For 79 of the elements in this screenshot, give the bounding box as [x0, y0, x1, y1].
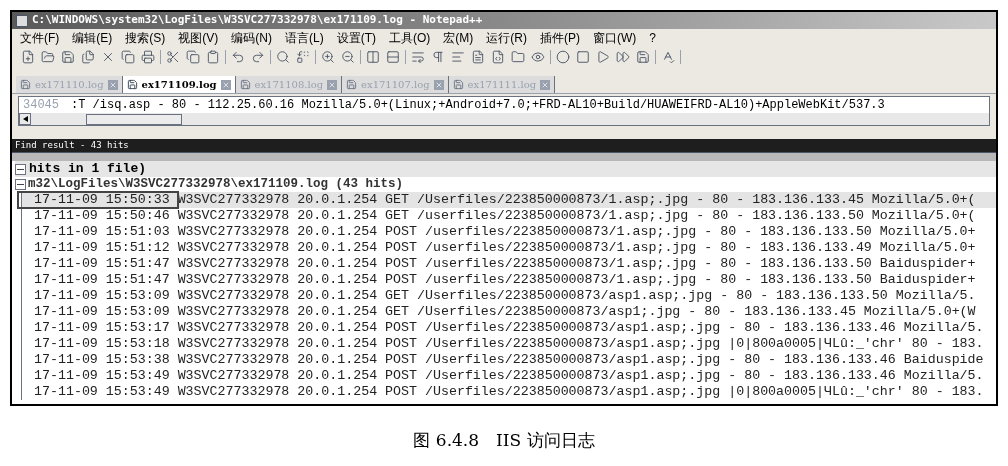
save-icon[interactable] [61, 50, 75, 64]
menu-item[interactable]: 语言(L) [285, 28, 324, 47]
file-icon [126, 79, 138, 90]
undo-icon[interactable] [231, 50, 245, 64]
horizontal-scrollbar[interactable] [19, 113, 989, 125]
result-line[interactable]: 17-11-09 15:53:17 W3SVC277332978 20.0.1.254 POST /Userfiles/223850000873/asp1.asp;.jpg - 80 - 183.136.133.46 Mozilla/5. [21, 320, 996, 336]
save-macro-icon[interactable] [636, 50, 650, 64]
replace-icon[interactable] [296, 50, 310, 64]
tab-close-icon[interactable] [220, 79, 231, 90]
result-line[interactable]: 17-11-09 15:53:49 W3SVC277332978 20.0.1.254 POST /Userfiles/223850000873/asp1.asp;.jpg |0|800a0005|ЧLû:_'chr' 80 - 183. [21, 384, 996, 400]
play-icon[interactable] [596, 50, 610, 64]
result-line[interactable]: 17-11-09 15:53:38 W3SVC277332978 20.0.1.254 POST /Userfiles/223850000873/asp1.asp;.jpg - 80 - 183.136.133.46 Baiduspide [21, 352, 996, 368]
scroll-left-icon[interactable] [19, 113, 31, 125]
columns-icon[interactable] [366, 50, 380, 64]
document-code-icon[interactable] [491, 50, 505, 64]
menu-item[interactable]: 设置(T) [336, 28, 376, 47]
wrap-icon[interactable] [411, 50, 425, 64]
result-line[interactable]: 17-11-09 15:53:49 W3SVC277332978 20.0.1.254 POST /Userfiles/223850000873/asp1.asp;.jpg - 80 - 183.136.133.46 Mozilla/5. [21, 368, 996, 384]
save-all-icon[interactable] [81, 50, 95, 64]
find-icon[interactable] [276, 50, 290, 64]
collapse-icon[interactable] [15, 163, 26, 175]
paste-icon[interactable] [206, 50, 220, 64]
menu-item[interactable]: 插件(P) [540, 28, 580, 47]
figure-caption: 图 6.4.8 IIS 访问日志 [413, 429, 595, 452]
tab-label: ex171108.log [254, 78, 324, 92]
file-icon [239, 79, 251, 90]
window-title: C:\WINDOWS\system32\LogFiles\W3SVC277332978\ex171109.log - Notepad++ [32, 12, 483, 29]
menu-item[interactable]: 编码(N) [231, 28, 272, 47]
menu-item[interactable]: 视图(V) [178, 28, 219, 47]
eye-icon[interactable] [531, 50, 545, 64]
result-line[interactable]: 17-11-09 15:53:09 W3SVC277332978 20.0.1.254 GET /Userfiles/223850000873/asp1.asp;.jpg - 80 - 183.136.133.50 Mozilla/5. [21, 288, 996, 304]
file-tab[interactable]: ex171109.log [122, 76, 236, 93]
result-line[interactable]: 17-11-09 15:51:47 W3SVC277332978 20.0.1.254 POST /userfiles/223850000873/1.asp;.jpg - 80 - 183.136.133.50 Baiduspider+ [21, 256, 996, 272]
folder-icon[interactable] [511, 50, 525, 64]
tab-label: ex171110.log [35, 78, 104, 92]
cut-icon[interactable] [166, 50, 180, 64]
result-line[interactable]: 17-11-09 15:53:09 W3SVC277332978 20.0.1.254 GET /Userfiles/223850000873/asp1;.jpg - 80 - 183.136.133.45 Mozilla/5.0+(W [21, 304, 996, 320]
redo-icon[interactable] [251, 50, 265, 64]
collapse-icon[interactable] [15, 179, 26, 190]
menu-item[interactable]: 窗口(W) [593, 28, 637, 47]
menu-item[interactable]: 运行(R) [486, 28, 527, 47]
print-icon[interactable] [141, 50, 155, 64]
document-icon[interactable] [471, 50, 485, 64]
notepad-app-icon [16, 14, 28, 27]
record-icon[interactable] [556, 50, 570, 64]
stop-icon[interactable] [576, 50, 590, 64]
menu-item[interactable]: 宏(M) [443, 28, 474, 47]
menu-item[interactable]: 文件(F) [20, 28, 60, 47]
rows-icon[interactable] [386, 50, 400, 64]
editor-text: :T /isq.asp - 80 - 112.25.60.16 Mozilla/5.0+(Linux;+Android+7.0;+FRD-AL10+Build/HUAWEIFRD-AL10)+AppleWebKit/537.3 [71, 97, 885, 114]
tab-label: ex171107.log [361, 78, 430, 92]
line-number: 34045 [23, 97, 59, 114]
panel-title: Find result - 43 hits [15, 138, 129, 152]
result-line[interactable]: 17-11-09 15:51:47 W3SVC277332978 20.0.1.254 POST /userfiles/223850000873/1.asp;.jpg - 80 - 183.136.133.50 Baiduspider+ [21, 272, 996, 288]
tab-label: ex171111.log [467, 78, 537, 92]
new-file-icon[interactable] [21, 50, 35, 64]
fast-forward-icon[interactable] [616, 50, 630, 64]
file-icon [20, 79, 31, 90]
open-folder-icon[interactable] [41, 50, 55, 64]
scrollbar-thumb[interactable] [86, 113, 182, 125]
zoom-in-icon[interactable] [321, 50, 335, 64]
menu-item[interactable]: 编辑(E) [72, 28, 113, 47]
file-icon [452, 79, 464, 90]
menu-item[interactable]: 搜索(S) [125, 28, 166, 47]
result-line[interactable]: 17-11-09 15:51:12 W3SVC277332978 20.0.1.254 POST /userfiles/223850000873/1.asp;.jpg - 80 - 183.136.133.49 Mozilla/5.0+ [21, 240, 996, 256]
file-icon [346, 79, 358, 90]
menu-item[interactable]: 工具(O) [389, 28, 431, 47]
result-line[interactable]: 17-11-09 15:53:18 W3SVC277332978 20.0.1.254 POST /Userfiles/223850000873/asp1.asp;.jpg |0|800a0005|ЧLû:_'chr' 80 - 183. [21, 336, 996, 352]
menu-item[interactable]: ? [649, 28, 656, 47]
result-line[interactable]: 17-11-09 15:51:03 W3SVC277332978 20.0.1.254 POST /userfiles/223850000873/1.asp;.jpg - 80 - 183.136.133.50 Mozilla/5.0+ [21, 224, 996, 240]
zoom-out-icon[interactable] [341, 50, 355, 64]
pilcrow-icon[interactable] [431, 50, 445, 64]
copy-icon[interactable] [186, 50, 200, 64]
tab-label: ex171109.log [141, 78, 217, 92]
spellcheck-icon[interactable] [661, 50, 675, 64]
indent-guide-icon[interactable] [451, 50, 465, 64]
close-file-icon[interactable] [101, 50, 115, 64]
close-all-icon[interactable] [121, 50, 135, 64]
result-line[interactable]: 17-11-09 15:50:46 W3SVC277332978 20.0.1.254 GET /userfiles/223850000873/1.asp;.jpg - 80 - 183.136.133.50 Mozilla/5.0+( [21, 208, 996, 224]
